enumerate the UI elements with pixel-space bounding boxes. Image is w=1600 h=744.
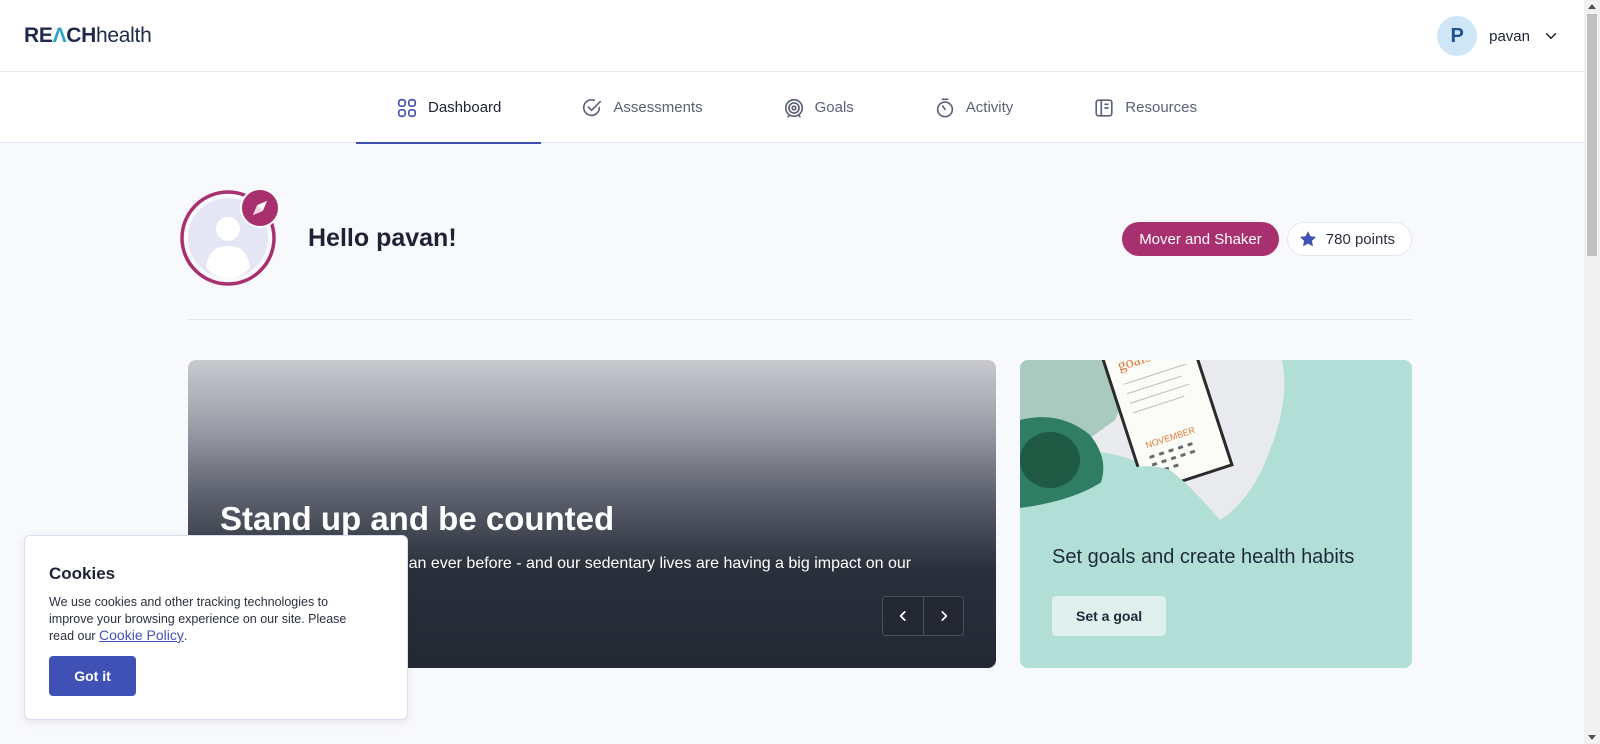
logo-text-re: RE [24, 24, 53, 47]
carousel-prev-button[interactable] [883, 597, 923, 635]
calendar-illustration: goals NOVEMBER [1020, 360, 1285, 530]
check-circle-icon [583, 98, 602, 116]
goals-promo-card: goals NOVEMBER Set goals and create heal… [1020, 360, 1412, 668]
user-menu[interactable]: P pavan [1437, 16, 1560, 56]
scroll-down-arrow[interactable] [1588, 735, 1596, 740]
points-label: 780 points [1325, 230, 1395, 248]
tab-label: Dashboard [428, 99, 502, 116]
carousel-next-button[interactable] [923, 597, 963, 635]
main-navigation: Dashboard Assessments Goals Activity Res… [0, 72, 1584, 144]
goals-promo-text: Set goals and create health habits [1052, 546, 1355, 568]
tab-assessments[interactable]: Assessments [541, 72, 742, 143]
set-goal-button[interactable]: Set a goal [1052, 596, 1167, 636]
cookie-message: We use cookies and other tracking techno… [49, 594, 369, 645]
chevron-left-icon [899, 611, 906, 621]
top-bar: REΛCHhealth P pavan [0, 0, 1584, 72]
tab-goals[interactable]: Goals [743, 72, 894, 143]
target-icon [784, 98, 803, 118]
cookie-banner: Cookies We use cookies and other trackin… [24, 535, 408, 720]
badges: Mover and Shaker 780 points [1122, 222, 1412, 256]
carousel-controls [882, 596, 964, 636]
page-scrollbar[interactable] [1584, 0, 1600, 744]
tab-label: Activity [965, 99, 1014, 116]
tab-dashboard[interactable]: Dashboard [356, 72, 542, 144]
tab-label: Resources [1125, 99, 1197, 116]
cookie-policy-link[interactable]: Cookie Policy [99, 627, 184, 643]
user-name[interactable]: pavan [1489, 28, 1530, 45]
chevron-down-icon[interactable] [1542, 27, 1560, 45]
stopwatch-icon [936, 97, 953, 118]
profile-header: Hello pavan! Mover and Shaker 780 points [180, 188, 1412, 320]
star-icon [1299, 231, 1316, 247]
tab-activity[interactable]: Activity [894, 72, 1054, 143]
chevron-right-icon [940, 611, 947, 621]
logo-text-health: health [96, 24, 152, 47]
cookie-title: Cookies [49, 564, 116, 583]
greeting-heading: Hello pavan! [308, 224, 457, 252]
profile-avatar[interactable] [180, 188, 280, 288]
cookie-text: We use cookies and other tracking techno… [49, 595, 347, 643]
accept-cookies-button[interactable]: Got it [49, 656, 136, 696]
cookie-period: . [183, 629, 188, 643]
logo-text-ch: CH [66, 24, 97, 47]
book-icon [1095, 98, 1113, 117]
logo-a-mark: Λ [52, 24, 67, 47]
avatar[interactable]: P [1437, 16, 1478, 56]
tab-label: Goals [814, 99, 854, 116]
level-badge[interactable]: Mover and Shaker [1122, 222, 1279, 256]
tab-label: Assessments [613, 99, 703, 116]
tab-resources[interactable]: Resources [1053, 72, 1237, 143]
scroll-up-arrow[interactable] [1588, 4, 1596, 9]
points-badge[interactable]: 780 points [1286, 222, 1412, 256]
reach-health-logo[interactable]: REΛCHhealth [24, 24, 152, 48]
article-title[interactable]: Stand up and be counted [220, 500, 614, 538]
dashboard-grid-icon [397, 98, 417, 117]
scroll-thumb[interactable] [1587, 14, 1597, 256]
